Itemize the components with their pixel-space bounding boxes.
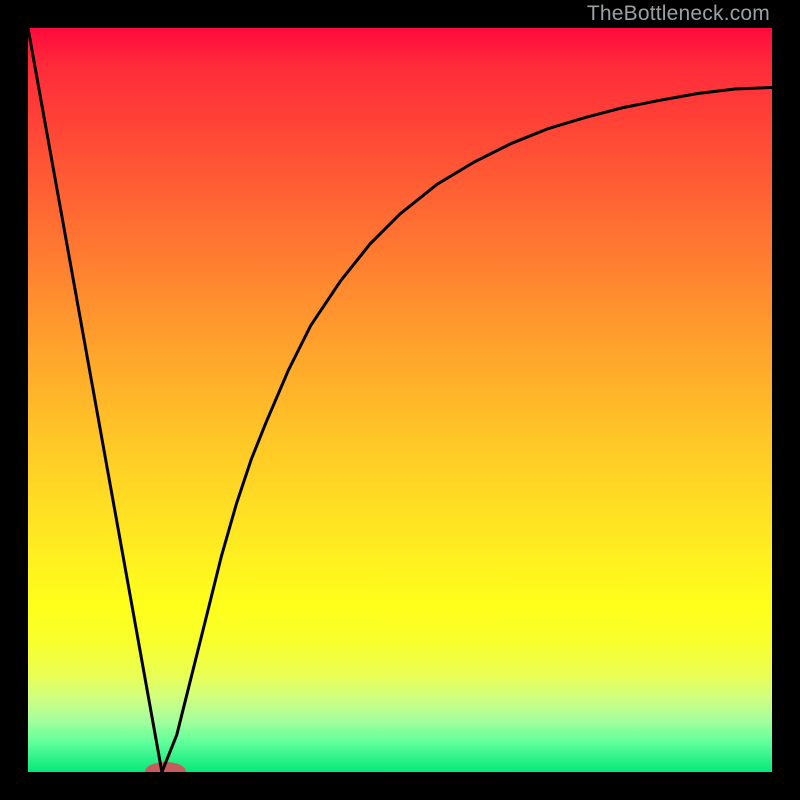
chart-frame: TheBottleneck.com xyxy=(0,0,800,800)
curve-path xyxy=(28,28,772,772)
plot-area xyxy=(28,28,772,772)
watermark-text: TheBottleneck.com xyxy=(587,2,770,26)
bottleneck-curve xyxy=(28,28,772,772)
